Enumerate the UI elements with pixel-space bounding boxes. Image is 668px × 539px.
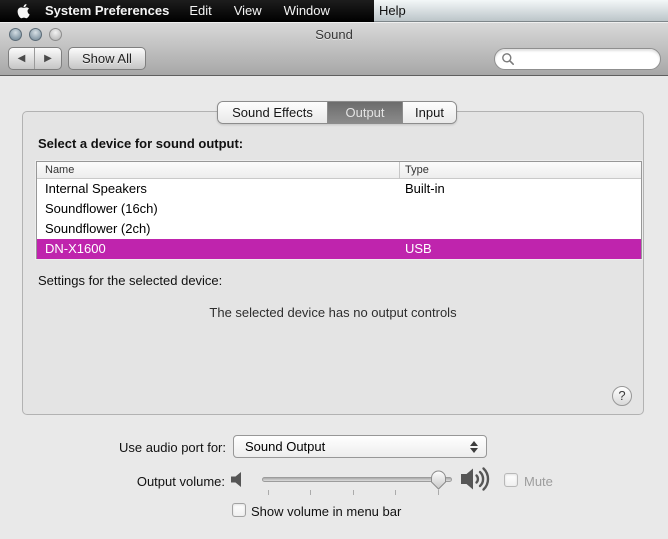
output-panel <box>22 111 644 415</box>
menu-bar-right-section: Help <box>374 0 668 22</box>
volume-slider-track[interactable] <box>262 477 452 482</box>
audio-port-value: Sound Output <box>245 439 326 454</box>
column-header-name[interactable]: Name <box>45 164 74 176</box>
tab-input[interactable]: Input <box>402 102 456 123</box>
tab-sound-effects[interactable]: Sound Effects <box>218 102 327 123</box>
audio-port-label: Use audio port for: <box>119 440 226 455</box>
select-device-label: Select a device for sound output: <box>38 136 244 151</box>
audio-port-popup[interactable]: Sound Output <box>233 435 487 458</box>
menu-item-window[interactable]: Window <box>284 0 330 22</box>
apple-icon[interactable] <box>17 3 31 19</box>
menu-item-help[interactable]: Help <box>379 3 406 18</box>
menu-item-view[interactable]: View <box>234 0 262 22</box>
column-header-type[interactable]: Type <box>405 164 429 176</box>
settings-label: Settings for the selected device: <box>38 273 223 288</box>
column-divider <box>399 162 400 179</box>
show-volume-label: Show volume in menu bar <box>251 504 402 519</box>
tab-output[interactable]: Output <box>327 102 402 123</box>
table-row-soundflower-2ch[interactable]: Soundflower (2ch) <box>37 219 641 239</box>
show-volume-checkbox[interactable] <box>232 503 246 517</box>
table-header: Name Type <box>37 162 641 179</box>
table-row-dn-x1600[interactable]: DN-X1600 USB <box>37 239 641 259</box>
slider-tick <box>268 490 269 495</box>
search-input[interactable] <box>518 51 668 67</box>
tab-bar: Sound Effects Output Input <box>217 101 457 124</box>
slider-tick <box>310 490 311 495</box>
table-row-internal-speakers[interactable]: Internal Speakers Built-in <box>37 179 641 199</box>
slider-tick <box>395 490 396 495</box>
table-row-soundflower-16ch[interactable]: Soundflower (16ch) <box>37 199 641 219</box>
speaker-low-icon <box>230 471 248 493</box>
back-button[interactable]: ◀ <box>9 48 35 69</box>
menu-item-edit[interactable]: Edit <box>189 0 211 22</box>
search-icon <box>501 52 515 66</box>
mute-label: Mute <box>524 474 553 489</box>
help-button[interactable]: ? <box>612 386 632 406</box>
slider-tick <box>353 490 354 495</box>
device-table: Name Type Internal Speakers Built-in Sou… <box>36 161 642 259</box>
volume-slider-thumb[interactable] <box>430 470 447 495</box>
popup-stepper-icon <box>469 440 478 454</box>
mute-checkbox[interactable] <box>504 473 518 487</box>
speaker-loud-icon <box>460 465 492 498</box>
forward-button[interactable]: ▶ <box>35 48 61 69</box>
title-bar: Sound ◀ ▶ Show All <box>0 22 668 76</box>
nav-back-forward: ◀ ▶ <box>8 47 62 70</box>
window-title: Sound <box>315 27 353 42</box>
search-field[interactable] <box>494 48 668 70</box>
show-all-button[interactable]: Show All <box>68 47 146 70</box>
menu-item-app-name[interactable]: System Preferences <box>45 0 169 22</box>
no-output-controls-text: The selected device has no output contro… <box>209 305 457 320</box>
output-volume-label: Output volume: <box>136 474 225 489</box>
